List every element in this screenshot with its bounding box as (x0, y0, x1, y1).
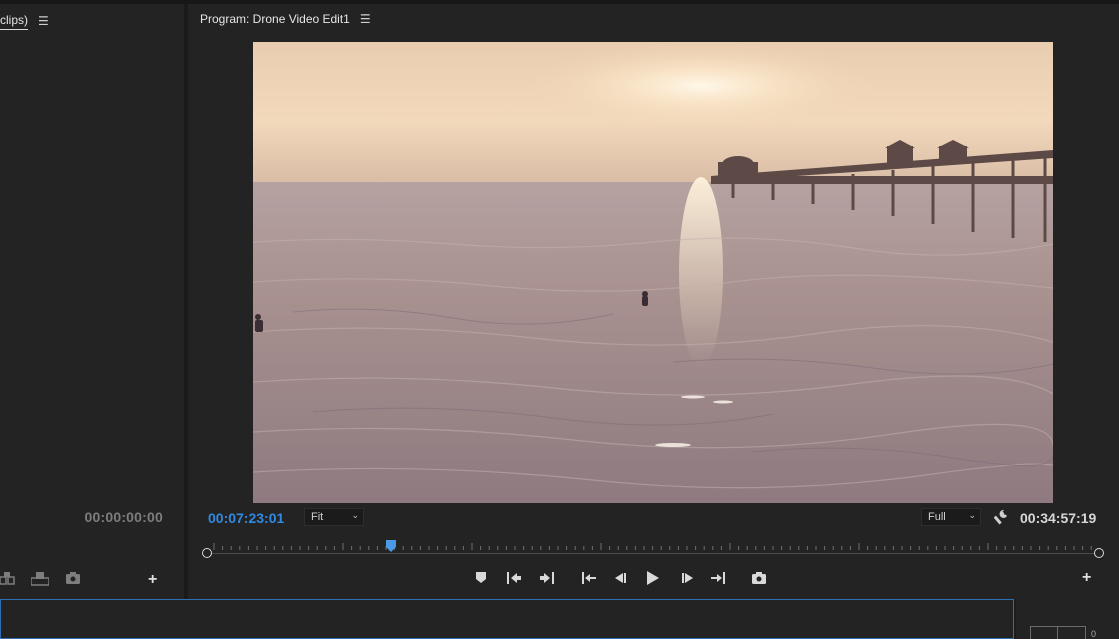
step-back-icon[interactable] (611, 568, 631, 588)
playback-resolution-value: Full (928, 511, 946, 523)
playhead-timecode[interactable]: 00:07:23:01 (208, 510, 284, 526)
add-marker-icon[interactable] (471, 568, 491, 588)
playback-resolution-select[interactable]: Full ⌄ (921, 508, 981, 526)
play-icon[interactable] (643, 568, 663, 588)
mark-in-icon[interactable] (504, 568, 524, 588)
audio-meter-grid (1030, 626, 1086, 639)
sunset-pier-frame-image (253, 42, 1053, 503)
panel-menu-icon[interactable]: ☰ (360, 13, 371, 25)
export-frame-icon[interactable] (66, 572, 80, 587)
source-button-bar: + (0, 570, 184, 590)
program-monitor-title: Program: Drone Video Edit1 (200, 12, 350, 26)
add-button-icon[interactable]: + (148, 572, 157, 588)
button-editor-icon[interactable]: + (1082, 570, 1091, 586)
source-tab-label: clips) (0, 13, 29, 30)
transport-controls: + (188, 568, 1119, 588)
source-monitor-tab[interactable]: clips) ☰ (0, 11, 49, 31)
go-to-in-icon[interactable] (579, 568, 599, 588)
source-monitor-panel: clips) ☰ 00:00:00:00 + (0, 4, 184, 599)
program-monitor-tab[interactable]: Program: Drone Video Edit1 ☰ (200, 11, 371, 27)
audio-meters-panel: 0 (1016, 599, 1119, 639)
step-forward-icon[interactable] (677, 568, 697, 588)
insert-icon[interactable] (0, 572, 16, 589)
audio-meter-zero-label: 0 (1091, 629, 1097, 639)
program-timecode-row: 00:07:23:01 Fit ⌄ Full ⌄ 00:34:57:19 (188, 507, 1119, 529)
program-monitor-panel: Program: Drone Video Edit1 ☰ 00:07:23:01… (188, 4, 1119, 599)
time-ruler[interactable] (202, 534, 1104, 560)
source-timecode[interactable]: 00:00:00:00 (85, 509, 163, 525)
chevron-down-icon: ⌄ (351, 510, 359, 520)
export-frame-icon[interactable] (749, 568, 769, 588)
timeline-panel[interactable] (0, 599, 1014, 639)
go-to-out-icon[interactable] (708, 568, 728, 588)
playhead-marker[interactable] (385, 539, 396, 552)
work-area-end-handle[interactable] (1094, 548, 1104, 558)
work-area-start-handle[interactable] (202, 548, 212, 558)
zoom-level-select[interactable]: Fit ⌄ (304, 508, 364, 526)
zoom-level-value: Fit (311, 511, 324, 523)
mark-out-icon[interactable] (537, 568, 557, 588)
wrench-icon[interactable] (993, 508, 1010, 526)
overwrite-icon[interactable] (30, 572, 50, 589)
ruler-ticks (213, 543, 1092, 550)
ruler-track (206, 553, 1100, 554)
sequence-duration-timecode: 00:34:57:19 (1020, 510, 1097, 526)
video-preview[interactable] (253, 42, 1053, 503)
panel-menu-icon[interactable]: ☰ (38, 15, 49, 27)
chevron-down-icon: ⌄ (968, 510, 976, 520)
